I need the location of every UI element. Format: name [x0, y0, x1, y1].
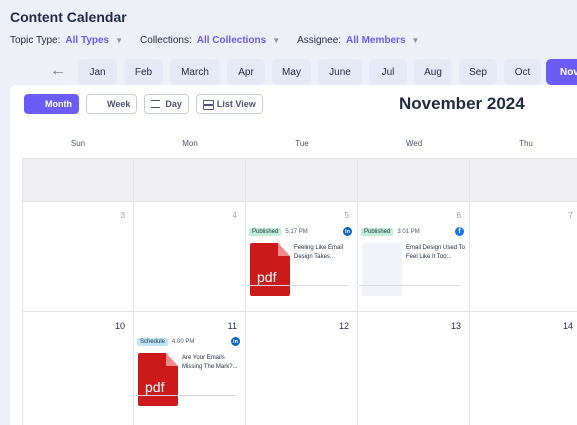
calendar-day-cell	[134, 158, 246, 202]
post-title: Email Design Used To Feel Like It Too...	[406, 245, 465, 260]
period-title: November 2024	[399, 94, 525, 113]
facebook-icon: f	[455, 227, 464, 236]
day-number: 12	[338, 321, 349, 331]
calendar-day-cell	[22, 158, 134, 202]
month-tab-feb[interactable]: Feb	[124, 59, 163, 85]
post-body: pdf Are Your Emails Missing The Mark?...	[137, 353, 240, 406]
calendar-day-cell[interactable]: 6 Published 3:01 PM f Email Design Used …	[358, 202, 470, 312]
filter-value[interactable]: All Members	[346, 35, 405, 46]
view-label: Week	[107, 99, 131, 109]
view-label: List View	[216, 99, 256, 109]
view-label: Month	[45, 99, 72, 109]
month-tab-nov[interactable]: Nov	[546, 59, 577, 85]
month-tab-aug[interactable]: Aug	[414, 59, 452, 85]
collections-filter[interactable]: Collections: All Collections ▼	[140, 35, 280, 46]
post-thumbnail	[362, 243, 402, 296]
month-tab-june[interactable]: June	[318, 59, 362, 85]
pdf-label: pdf	[145, 379, 165, 395]
view-label: Day	[165, 99, 182, 109]
filter-label: Assignee:	[297, 35, 342, 46]
calendar-day-cell	[246, 158, 358, 202]
calendar-day-cell[interactable]: 10	[22, 312, 134, 425]
filter-bar: Topic Type: All Types ▼ Collections: All…	[10, 35, 436, 46]
month-tab-march[interactable]: March	[170, 59, 220, 85]
pdf-icon: pdf	[138, 353, 178, 406]
calendar-day-cell[interactable]: 11 Schedule 4:00 PM in pdf Are Your Emai…	[134, 312, 246, 425]
day-number: 13	[450, 321, 461, 331]
weekday-header: Thu	[519, 138, 533, 148]
calendar-day-cell[interactable]: 3	[22, 202, 134, 312]
divider	[359, 285, 460, 286]
filter-label: Collections:	[140, 35, 192, 46]
post-header: Published 3:01 PM f	[361, 226, 464, 238]
calendar-day-cell[interactable]: 13	[358, 312, 470, 425]
calendar-day-cell[interactable]: 14	[470, 312, 577, 425]
view-switcher: Month Week Day List View	[24, 94, 270, 236]
day-number: 11	[227, 321, 237, 331]
day-number: 6	[456, 211, 461, 220]
caret-down-icon[interactable]: ▼	[115, 36, 123, 45]
month-tab-sep[interactable]: Sep	[459, 59, 497, 85]
page-fold	[166, 353, 178, 366]
caret-down-icon[interactable]: ▼	[412, 36, 420, 45]
month-tab-apr[interactable]: Apr	[227, 59, 265, 85]
post-time: 4:00 PM	[172, 339, 195, 345]
calendar-day-icon	[151, 100, 161, 108]
topic-type-filter[interactable]: Topic Type: All Types ▼	[10, 35, 123, 46]
list-icon	[202, 99, 214, 110]
day-number: 14	[562, 321, 573, 331]
post-time: 3:01 PM	[397, 229, 420, 235]
day-number: 7	[568, 211, 573, 220]
status-badge: Published	[249, 228, 282, 236]
pdf-icon: pdf	[250, 243, 290, 296]
filter-value[interactable]: All Types	[65, 35, 109, 46]
list-view-button[interactable]: List View	[195, 94, 263, 114]
calendar-day-cell	[470, 158, 577, 202]
post-body: pdf Feeling Like Email Design Takes...	[249, 243, 352, 296]
day-number: 10	[114, 321, 125, 331]
pdf-label: pdf	[257, 269, 277, 285]
weekday-header: Wed	[405, 138, 423, 148]
month-tab-oct[interactable]: Oct	[504, 59, 541, 85]
weekday-header: Sun	[70, 138, 86, 148]
calendar-day-cell[interactable]: 7	[470, 202, 577, 312]
filter-value[interactable]: All Collections	[197, 35, 266, 46]
status-badge: Schedule	[137, 338, 169, 346]
month-tab-jul[interactable]: Jul	[369, 59, 407, 85]
post-body: Email Design Used To Feel Like It Too...	[361, 243, 465, 296]
assignee-filter[interactable]: Assignee: All Members ▼	[297, 35, 419, 46]
status-badge: Published	[361, 228, 394, 236]
month-tab-may[interactable]: May	[272, 59, 311, 85]
post-title: Feeling Like Email Design Takes...	[294, 245, 344, 260]
weekday-header: Mon	[182, 138, 198, 148]
calendar-day-cell[interactable]: 12	[246, 312, 358, 425]
month-view-button[interactable]: Month	[24, 94, 79, 236]
page-fold	[278, 243, 290, 256]
day-number: 4	[232, 211, 237, 220]
calendar-day-cell[interactable]: 4	[134, 202, 246, 312]
divider	[135, 395, 236, 396]
day-number: 5	[344, 211, 349, 220]
day-number: 3	[120, 211, 125, 220]
page-title: Content Calendar	[10, 9, 127, 25]
calendar-day-cell	[358, 158, 470, 202]
post-header: Published 5:17 PM in	[249, 226, 352, 238]
post-title: Are Your Emails Missing The Mark?...	[182, 355, 238, 370]
calendar-day-cell[interactable]: 5 Published 5:17 PM in pdf Feeling Like …	[246, 202, 358, 312]
week-view-button[interactable]: Week	[86, 94, 138, 236]
linkedin-icon: in	[231, 337, 240, 346]
arrow-left-icon[interactable]: ←	[48, 62, 68, 80]
caret-down-icon[interactable]: ▼	[272, 36, 280, 45]
month-tabs: ← Jan Feb March Apr May June Jul Aug Sep…	[0, 59, 577, 85]
divider	[247, 285, 348, 286]
filter-label: Topic Type:	[10, 35, 61, 46]
post-time: 5:17 PM	[285, 229, 308, 235]
linkedin-icon: in	[343, 227, 352, 236]
weekday-header: Tue	[295, 138, 309, 148]
post-header: Schedule 4:00 PM in	[137, 336, 240, 348]
month-tab-jan[interactable]: Jan	[78, 59, 117, 85]
day-view-button[interactable]: Day	[144, 94, 189, 114]
